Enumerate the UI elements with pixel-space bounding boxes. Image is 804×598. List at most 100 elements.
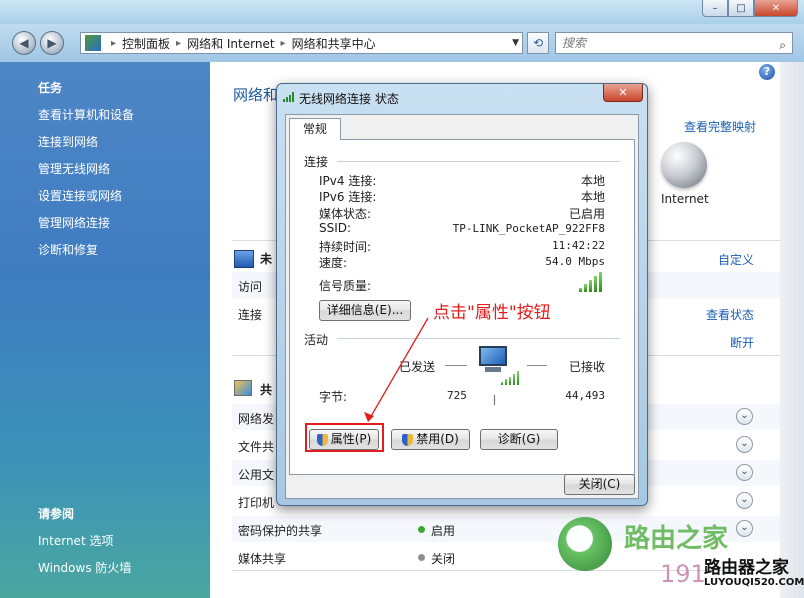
task-setup-connection[interactable]: 设置连接或网络 <box>38 187 122 204</box>
group-divider <box>337 338 620 339</box>
disable-button[interactable]: 禁用(D) <box>391 429 470 450</box>
sharing-row-media: 媒体共享 <box>238 552 287 566</box>
field-ssid-label: SSID: <box>319 221 352 235</box>
diagnose-button[interactable]: 诊断(G) <box>480 429 558 450</box>
search-icon[interactable]: ⌕ <box>779 35 786 55</box>
access-label: 访问 <box>238 280 263 294</box>
field-media-state-label: 媒体状态: <box>319 207 372 221</box>
field-duration-label: 持续时间: <box>319 240 372 254</box>
help-icon[interactable]: ? <box>759 64 775 80</box>
watermark-logo <box>558 517 612 571</box>
status-off-icon <box>418 554 425 561</box>
expand-chevron-icon[interactable]: ⌄ <box>736 436 753 453</box>
group-divider <box>337 161 620 162</box>
field-media-state-value: 已启用 <box>568 207 605 221</box>
refresh-button[interactable]: ⟲ <box>527 32 549 54</box>
internet-label: Internet <box>661 192 709 206</box>
tab-general[interactable]: 常规 <box>289 118 341 140</box>
watermark-text: 路由之家 <box>624 524 729 554</box>
close-window-button[interactable]: ✕ <box>754 0 798 17</box>
back-button[interactable]: ◀ <box>12 31 36 55</box>
annotation-text: 点击"属性"按钮 <box>433 303 551 323</box>
field-ipv4-label: IPv4 连接: <box>319 174 377 188</box>
expand-chevron-icon[interactable]: ⌄ <box>736 464 753 481</box>
media-sharing-status: 关闭 <box>431 552 456 566</box>
watermark-brand: 路由器之家 <box>704 558 789 578</box>
back-arrow-icon: ◀ <box>19 36 29 50</box>
expand-chevron-icon[interactable]: ⌄ <box>736 492 753 509</box>
field-duration-value: 11:42:22 <box>552 239 605 252</box>
search-placeholder: 搜索 <box>562 36 587 50</box>
breadcrumb-network-internet[interactable]: 网络和 Internet <box>187 35 274 52</box>
search-input[interactable]: 搜索 ⌕ <box>555 32 793 54</box>
dialog-title: 无线网络连接 状态 <box>299 92 399 106</box>
status-on-icon <box>418 526 425 533</box>
disable-button-label: 禁用(D) <box>416 432 459 446</box>
field-speed-label: 速度: <box>319 256 348 270</box>
view-status-link[interactable]: 查看状态 <box>706 306 754 323</box>
watermark-url: LUYOUQI520.COM <box>704 577 804 588</box>
sharing-icon <box>234 380 252 396</box>
breadcrumb-separator: ▸ <box>176 37 182 49</box>
task-manage-wireless[interactable]: 管理无线网络 <box>38 160 110 177</box>
wireless-signal-icon <box>283 92 295 102</box>
field-speed-value: 54.0 Mbps <box>545 255 605 268</box>
minimize-button[interactable]: – <box>702 0 728 17</box>
bytes-received-value: 44,493 <box>565 389 605 402</box>
connection-group-label: 连接 <box>304 155 329 169</box>
address-bar[interactable]: ▸ 控制面板 ▸ 网络和 Internet ▸ 网络和共享中心 ▼ <box>80 32 523 54</box>
network-icon <box>234 250 254 268</box>
task-diagnose-repair[interactable]: 诊断和修复 <box>38 241 98 258</box>
disconnect-link[interactable]: 断开 <box>730 334 754 351</box>
sharing-row-file-sharing: 文件共 <box>238 440 275 454</box>
task-view-computers[interactable]: 查看计算机和设备 <box>38 106 134 123</box>
close-dialog-button[interactable]: 关闭(C) <box>564 474 635 495</box>
task-connect-network[interactable]: 连接到网络 <box>38 133 98 150</box>
breadcrumb-control-panel[interactable]: 控制面板 <box>122 35 170 52</box>
breadcrumb-network-sharing-center[interactable]: 网络和共享中心 <box>292 35 376 52</box>
signal-bar <box>505 379 507 385</box>
navigation-bar: ◀ ▶ ▸ 控制面板 ▸ 网络和 Internet ▸ 网络和共享中心 ▼ ⟲ … <box>0 24 804 62</box>
watermark-number: 191 <box>660 560 706 588</box>
field-ipv6-label: IPv6 连接: <box>319 190 377 204</box>
bytes-label: 字节: <box>319 390 348 404</box>
activity-line <box>527 365 547 366</box>
sharing-row-public-folder: 公用文 <box>238 468 275 482</box>
breadcrumb-separator: ▸ <box>280 37 286 49</box>
expand-chevron-icon[interactable]: ⌄ <box>736 520 753 537</box>
details-button[interactable]: 详细信息(E)... <box>319 300 411 321</box>
vertical-scrollbar[interactable] <box>780 62 804 598</box>
signal-bar <box>501 382 503 385</box>
customize-link[interactable]: 自定义 <box>718 251 754 268</box>
address-dropdown-icon[interactable]: ▼ <box>512 38 519 48</box>
bytes-sent-value: 725 <box>447 389 467 402</box>
activity-line <box>445 365 467 366</box>
internet-globe-icon <box>661 142 707 188</box>
refresh-icon: ⟲ <box>532 36 544 50</box>
sharing-row-password-protected: 密码保护的共享 <box>238 524 323 538</box>
field-ipv4-value: 本地 <box>580 174 605 188</box>
signal-bar <box>599 272 602 292</box>
annotation-highlight-box <box>305 423 384 452</box>
maximize-button[interactable]: □ <box>728 0 754 17</box>
sharing-row-network-discovery: 网络发 <box>238 412 275 426</box>
network-name: 未 <box>260 252 273 266</box>
window-titlebar: – □ ✕ <box>0 0 804 24</box>
task-manage-connections[interactable]: 管理网络连接 <box>38 214 110 231</box>
view-full-map-link[interactable]: 查看完整映射 <box>684 118 756 135</box>
dialog-close-button[interactable]: ✕ <box>603 84 643 102</box>
forward-arrow-icon: ▶ <box>47 36 57 50</box>
password-sharing-status: 启用 <box>431 524 456 538</box>
diagnose-button-label: 诊断(G) <box>497 432 541 446</box>
caption-buttons: – □ ✕ <box>702 0 798 17</box>
link-windows-firewall[interactable]: Windows 防火墙 <box>38 559 131 576</box>
signal-bar <box>509 377 511 385</box>
link-internet-options[interactable]: Internet 选项 <box>38 532 113 549</box>
forward-button[interactable]: ▶ <box>40 31 64 55</box>
signal-bar <box>517 371 519 385</box>
sharing-row-printer: 打印机 <box>238 496 275 510</box>
expand-chevron-icon[interactable]: ⌄ <box>736 408 753 425</box>
sharing-heading: 共 <box>260 383 273 397</box>
breadcrumb-separator: ▸ <box>111 37 117 49</box>
signal-bar <box>589 280 592 292</box>
